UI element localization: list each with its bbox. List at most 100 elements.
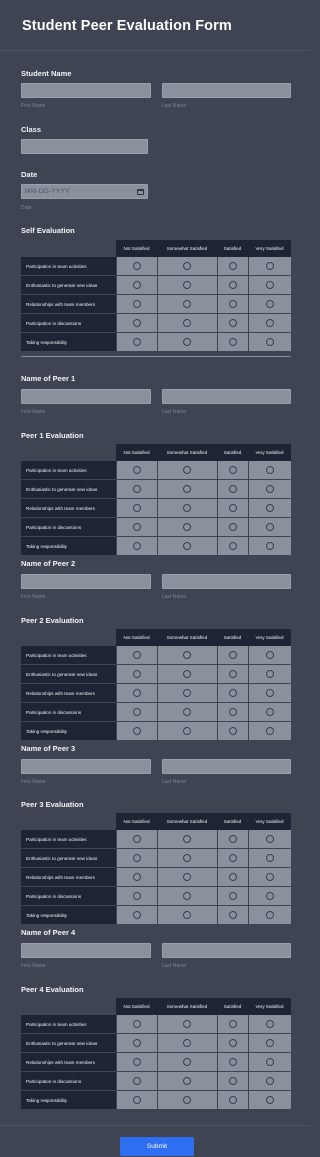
rating-radio[interactable] [265,834,274,843]
student-first-name-input[interactable] [21,83,151,98]
peer-1-last-name-input[interactable] [162,389,291,404]
rating-radio[interactable] [228,853,237,862]
rating-radio[interactable] [132,261,141,270]
rating-radio[interactable] [132,707,141,716]
rating-radio[interactable] [228,707,237,716]
student-last-name-input[interactable] [162,83,291,98]
rating-radio[interactable] [183,707,191,716]
rating-radio[interactable] [183,688,191,697]
rating-radio[interactable] [183,503,191,512]
rating-radio[interactable] [228,688,237,697]
rating-radio[interactable] [183,299,191,308]
rating-radio[interactable] [132,541,141,550]
rating-radio[interactable] [265,280,274,289]
rating-radio[interactable] [183,261,191,270]
rating-radio[interactable] [265,299,274,308]
rating-radio[interactable] [228,465,237,474]
rating-radio[interactable] [132,280,141,289]
rating-radio[interactable] [265,261,274,270]
rating-radio[interactable] [265,1076,274,1085]
rating-radio[interactable] [228,541,237,550]
peer-3-first-name-input[interactable] [21,759,151,774]
peer-2-last-name-input[interactable] [162,574,291,589]
rating-radio[interactable] [183,280,191,289]
rating-radio[interactable] [183,1095,191,1104]
rating-radio[interactable] [265,726,274,735]
rating-radio[interactable] [228,726,237,735]
rating-radio[interactable] [265,1038,274,1047]
peer-2-first-name-input[interactable] [21,574,151,589]
rating-radio[interactable] [132,484,141,493]
peer-3-last-name-input[interactable] [162,759,291,774]
rating-radio[interactable] [265,484,274,493]
calendar-icon[interactable] [137,188,144,195]
rating-radio[interactable] [132,299,141,308]
rating-radio[interactable] [183,337,191,346]
rating-radio[interactable] [228,891,237,900]
rating-radio[interactable] [228,1019,237,1028]
rating-radio[interactable] [228,503,237,512]
rating-radio[interactable] [183,726,191,735]
rating-radio[interactable] [265,872,274,881]
rating-radio[interactable] [132,522,141,531]
rating-radio[interactable] [265,1057,274,1066]
rating-radio[interactable] [183,910,191,919]
rating-radio[interactable] [228,261,237,270]
rating-radio[interactable] [228,318,237,327]
rating-radio[interactable] [132,650,141,659]
rating-radio[interactable] [132,337,141,346]
submit-button[interactable]: Submit [120,1137,194,1156]
rating-radio[interactable] [183,853,191,862]
rating-radio[interactable] [183,465,191,474]
rating-radio[interactable] [183,1038,191,1047]
rating-radio[interactable] [132,688,141,697]
rating-radio[interactable] [228,834,237,843]
rating-radio[interactable] [183,1057,191,1066]
rating-radio[interactable] [132,669,141,678]
rating-radio[interactable] [183,650,191,659]
peer-4-first-name-input[interactable] [21,943,151,958]
rating-radio[interactable] [132,726,141,735]
rating-radio[interactable] [183,522,191,531]
rating-radio[interactable] [132,1095,141,1104]
rating-radio[interactable] [265,891,274,900]
rating-radio[interactable] [132,1019,141,1028]
rating-radio[interactable] [228,669,237,678]
rating-radio[interactable] [132,1076,141,1085]
rating-radio[interactable] [132,834,141,843]
rating-radio[interactable] [265,1095,274,1104]
rating-radio[interactable] [265,522,274,531]
rating-radio[interactable] [132,1038,141,1047]
rating-radio[interactable] [228,337,237,346]
rating-radio[interactable] [132,465,141,474]
rating-radio[interactable] [132,318,141,327]
rating-radio[interactable] [132,872,141,881]
class-input[interactable] [21,139,148,154]
rating-radio[interactable] [265,541,274,550]
peer-1-first-name-input[interactable] [21,389,151,404]
rating-radio[interactable] [132,1057,141,1066]
rating-radio[interactable] [228,650,237,659]
rating-radio[interactable] [228,910,237,919]
rating-radio[interactable] [228,872,237,881]
rating-radio[interactable] [265,688,274,697]
rating-radio[interactable] [183,541,191,550]
rating-radio[interactable] [132,503,141,512]
rating-radio[interactable] [228,1095,237,1104]
rating-radio[interactable] [228,484,237,493]
rating-radio[interactable] [265,337,274,346]
rating-radio[interactable] [265,707,274,716]
rating-radio[interactable] [183,318,191,327]
rating-radio[interactable] [228,299,237,308]
rating-radio[interactable] [265,669,274,678]
rating-radio[interactable] [183,1076,191,1085]
rating-radio[interactable] [132,910,141,919]
rating-radio[interactable] [183,872,191,881]
rating-radio[interactable] [265,650,274,659]
rating-radio[interactable] [228,1057,237,1066]
rating-radio[interactable] [183,834,191,843]
rating-radio[interactable] [265,1019,274,1028]
rating-radio[interactable] [265,465,274,474]
rating-radio[interactable] [183,1019,191,1028]
rating-radio[interactable] [183,669,191,678]
